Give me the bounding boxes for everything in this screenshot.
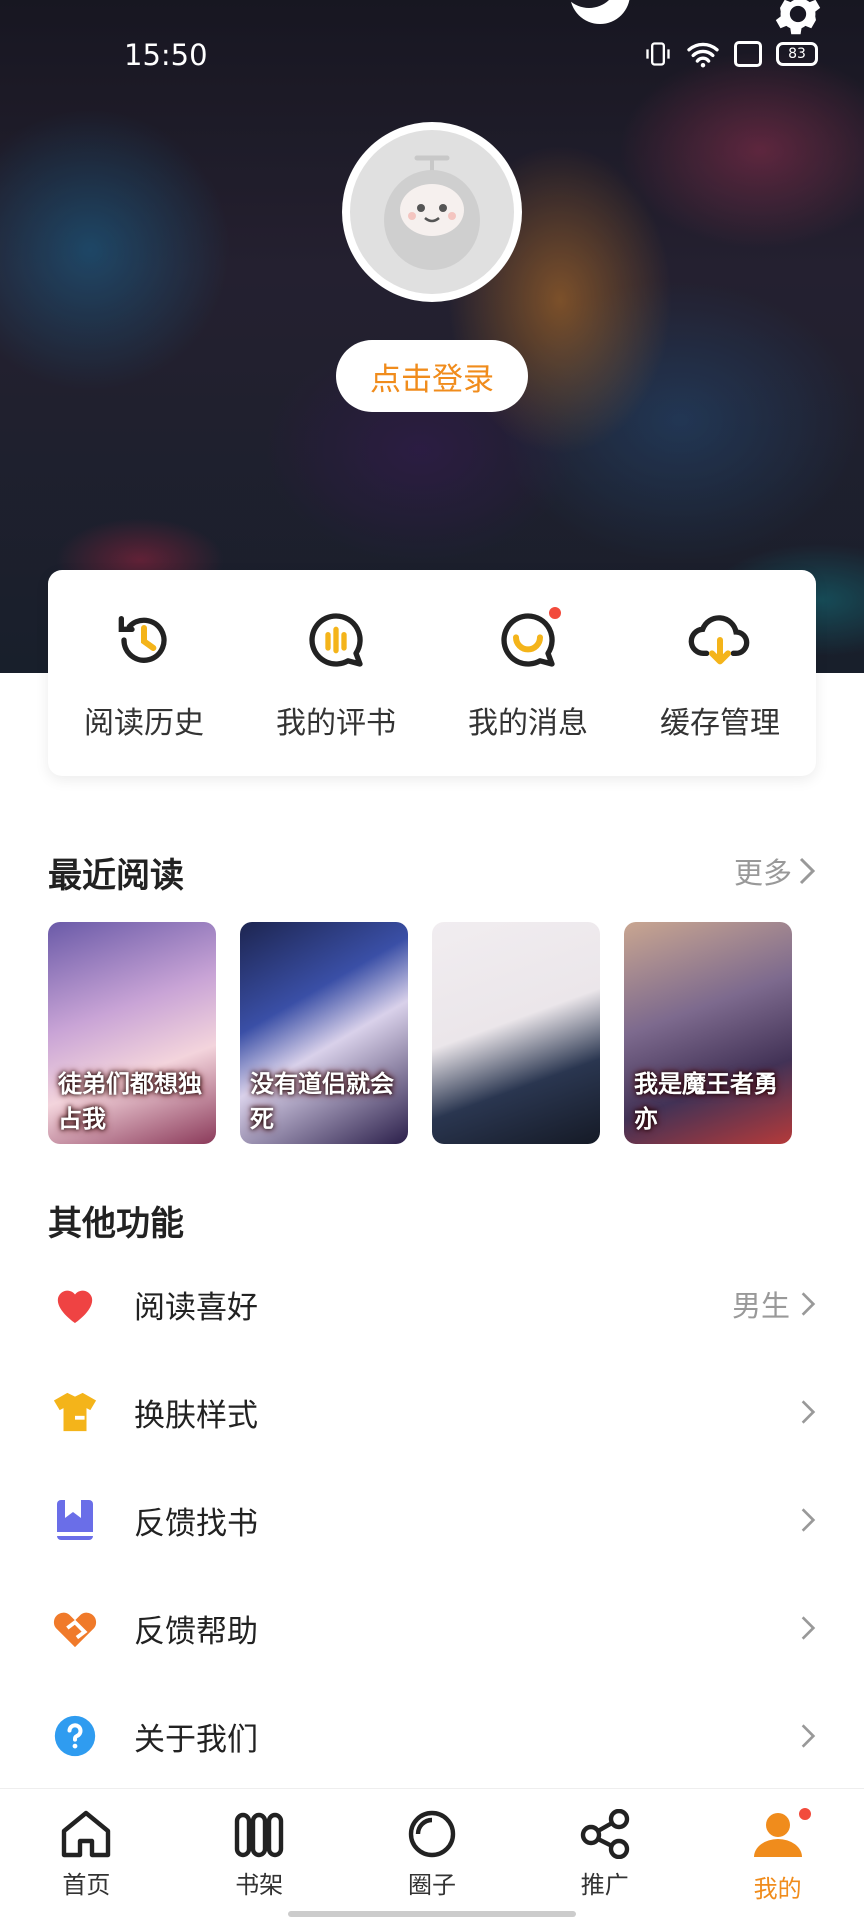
sim-icon [734, 41, 762, 67]
row-label: 反馈帮助 [134, 1613, 258, 1650]
quick-action-label: 阅读历史 [84, 706, 204, 741]
settings-gear-icon[interactable] [770, 0, 826, 46]
review-bubble-icon [309, 613, 363, 667]
chevron-right-icon [801, 1508, 816, 1532]
recent-books-list: 徒弟们都想独占我 没有道侣就会死 我是魔王者勇亦 [48, 922, 792, 1144]
home-icon [62, 1810, 111, 1858]
row-label: 换肤样式 [134, 1397, 258, 1434]
tab-label: 圈子 [407, 1871, 456, 1899]
question-icon [54, 1715, 96, 1757]
more-label: 更多 [733, 856, 792, 890]
default-avatar-icon [384, 155, 480, 270]
tab-circle[interactable]: 圈子 [346, 1789, 519, 1920]
row-label: 阅读喜好 [134, 1289, 258, 1326]
vibrate-icon [646, 42, 670, 66]
book-cover[interactable]: 我是魔王者勇亦 [624, 922, 792, 1144]
tshirt-icon [53, 1392, 97, 1432]
feedback-help-row[interactable]: 反馈帮助 [0, 1574, 864, 1682]
tab-label: 推广 [580, 1871, 629, 1899]
reading-preference-value: 男生 [731, 1289, 790, 1323]
other-functions-title: 其他功能 [48, 1204, 184, 1244]
tab-bookshelf[interactable]: 书架 [173, 1789, 346, 1920]
status-time: 15:50 [124, 38, 208, 72]
book-cover-title: 徒弟们都想独占我 [58, 1070, 202, 1133]
tab-label: 首页 [62, 1871, 111, 1899]
quick-action-label: 我的消息 [468, 706, 588, 741]
wifi-icon [687, 42, 719, 68]
book-cover-title: 没有道侣就会死 [250, 1070, 394, 1133]
bottom-tab-bar: 首页 书架 圈子 推广 我的 [0, 1788, 864, 1920]
book-cover[interactable]: 徒弟们都想独占我 [48, 922, 216, 1144]
quick-action-my-messages[interactable]: 我的消息 [432, 570, 624, 776]
status-bar: 15:50 83 [0, 34, 864, 74]
quick-action-reading-history[interactable]: 阅读历史 [48, 570, 240, 776]
quick-action-label: 我的评书 [276, 706, 396, 741]
tab-home[interactable]: 首页 [0, 1789, 173, 1920]
history-clock-icon [118, 616, 167, 663]
reading-preference-row[interactable]: 阅读喜好 男生 [0, 1250, 864, 1358]
handshake-icon [53, 1612, 97, 1648]
login-button[interactable]: 点击登录 [336, 340, 528, 412]
home-indicator[interactable] [288, 1911, 576, 1917]
profile-notification-badge [795, 1805, 814, 1823]
avatar[interactable] [342, 122, 522, 302]
chevron-right-icon [801, 1616, 816, 1640]
unread-badge [546, 604, 564, 622]
cloud-download-icon [688, 615, 750, 665]
skin-style-row[interactable]: 换肤样式 [0, 1358, 864, 1466]
tab-profile[interactable]: 我的 [691, 1789, 864, 1920]
row-label: 关于我们 [134, 1721, 258, 1758]
heart-icon [57, 1290, 93, 1324]
other-functions-list: 阅读喜好 男生 换肤样式 反馈找书 反馈帮助 关于我们 [0, 1250, 864, 1790]
feedback-find-book-row[interactable]: 反馈找书 [0, 1466, 864, 1574]
quick-actions-card: 阅读历史 我的评书 我的消息 缓存管理 [48, 570, 816, 776]
tab-label: 书架 [235, 1871, 284, 1899]
circle-icon [408, 1810, 456, 1858]
about-us-row[interactable]: 关于我们 [0, 1682, 864, 1790]
quick-action-my-reviews[interactable]: 我的评书 [240, 570, 432, 776]
chevron-right-icon [801, 1400, 816, 1424]
recent-reading-title: 最近阅读 [48, 856, 184, 896]
quick-action-cache-management[interactable]: 缓存管理 [624, 570, 816, 776]
chevron-right-icon [801, 1292, 816, 1316]
chevron-right-icon [801, 1724, 816, 1748]
tab-promotion[interactable]: 推广 [518, 1789, 691, 1920]
book-cover[interactable]: 没有道侣就会死 [240, 922, 408, 1144]
quick-action-label: 缓存管理 [660, 706, 780, 741]
row-label: 反馈找书 [134, 1505, 258, 1542]
bookshelf-icon [234, 1812, 284, 1858]
share-icon [580, 1809, 629, 1859]
chevron-right-icon [799, 857, 816, 885]
book-cover[interactable] [432, 922, 600, 1144]
book-icon [57, 1500, 93, 1540]
more-button[interactable]: 更多 [734, 850, 816, 892]
tab-label: 我的 [753, 1875, 802, 1903]
book-cover-title: 我是魔王者勇亦 [634, 1070, 778, 1133]
